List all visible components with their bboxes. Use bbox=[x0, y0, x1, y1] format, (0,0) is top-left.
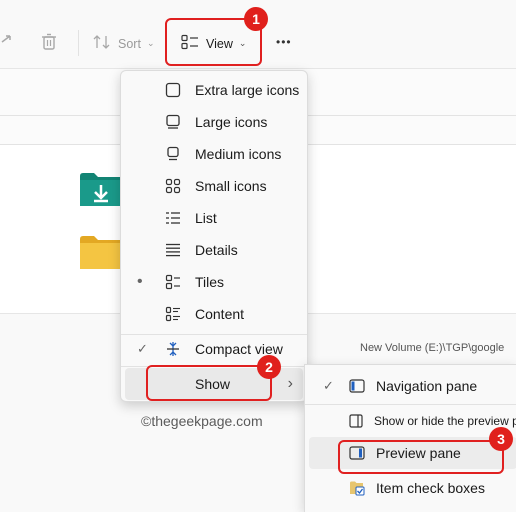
submenu-item-navigation-pane[interactable]: ✓ Navigation pane bbox=[309, 370, 516, 402]
menu-item-tiles[interactable]: • Tiles bbox=[125, 266, 303, 298]
details-icon bbox=[165, 242, 181, 258]
preview-pane-tooltip: Show or hide the preview p bbox=[309, 407, 516, 435]
callout-badge-2: 2 bbox=[257, 355, 281, 379]
small-icons-icon bbox=[165, 178, 181, 194]
menu-item-label: Content bbox=[195, 306, 245, 322]
menu-item-medium-icons[interactable]: Medium icons bbox=[125, 138, 303, 170]
submenu-item-label: Navigation pane bbox=[376, 378, 478, 394]
callout-box-show bbox=[146, 365, 272, 401]
list-icon bbox=[165, 210, 181, 226]
content-icon bbox=[165, 306, 181, 322]
share-icon[interactable] bbox=[0, 32, 14, 50]
callout-badge-3: 3 bbox=[489, 427, 513, 451]
menu-item-large-icons[interactable]: Large icons bbox=[125, 106, 303, 138]
tooltip-preview-icon bbox=[349, 413, 365, 429]
delete-icon[interactable] bbox=[40, 32, 58, 52]
sort-label: Sort bbox=[118, 36, 141, 51]
sort-icon bbox=[93, 34, 111, 53]
large-icons-icon bbox=[165, 114, 181, 130]
folder-icon[interactable] bbox=[80, 235, 122, 274]
submenu-item-item-check-boxes[interactable]: Item check boxes bbox=[309, 472, 516, 504]
chevron-down-icon: ⌄ bbox=[146, 38, 155, 48]
downloads-folder-icon[interactable] bbox=[80, 172, 122, 211]
menu-item-label: Medium icons bbox=[195, 146, 282, 162]
navigation-pane-icon bbox=[349, 378, 365, 394]
callout-badge-1: 1 bbox=[244, 7, 268, 31]
check-icon: ✓ bbox=[137, 341, 148, 356]
toolbar-divider bbox=[78, 30, 79, 56]
status-path-text: New Volume (E:)\TGP\google bbox=[360, 342, 505, 354]
tiles-icon bbox=[165, 274, 181, 290]
menu-item-extra-large-icons[interactable]: Extra large icons bbox=[125, 74, 303, 106]
extra-large-icons-icon bbox=[165, 82, 181, 98]
menu-item-small-icons[interactable]: Small icons bbox=[125, 170, 303, 202]
tooltip-text: Show or hide the preview p bbox=[374, 414, 516, 428]
menu-item-label: Small icons bbox=[195, 178, 267, 194]
compact-view-icon bbox=[165, 341, 181, 357]
menu-item-label: Extra large icons bbox=[195, 82, 300, 98]
menu-item-details[interactable]: Details bbox=[125, 234, 303, 266]
chevron-right-icon: › bbox=[287, 375, 293, 392]
selected-bullet-icon: • bbox=[137, 273, 143, 290]
view-menu: Extra large icons Large icons Medium ico… bbox=[120, 70, 308, 402]
callout-box-preview-pane bbox=[338, 440, 504, 474]
menu-item-label: Large icons bbox=[195, 114, 268, 130]
submenu-item-label: Item check boxes bbox=[376, 480, 485, 496]
medium-icons-icon bbox=[165, 146, 181, 162]
menu-item-label: Details bbox=[195, 242, 238, 258]
menu-item-list[interactable]: List bbox=[125, 202, 303, 234]
more-options-button[interactable]: ••• bbox=[276, 35, 292, 49]
sort-button[interactable]: Sort ⌄ bbox=[93, 34, 154, 53]
menu-divider bbox=[305, 404, 516, 405]
menu-item-label: List bbox=[195, 210, 217, 226]
check-icon: ✓ bbox=[323, 378, 334, 393]
show-submenu: ✓ Navigation pane Show or hide the previ… bbox=[304, 364, 516, 512]
item-check-boxes-icon bbox=[349, 480, 365, 496]
menu-item-content[interactable]: Content bbox=[125, 298, 303, 330]
menu-item-label: Tiles bbox=[195, 274, 225, 290]
watermark-text: ©thegeekpage.com bbox=[141, 413, 263, 429]
